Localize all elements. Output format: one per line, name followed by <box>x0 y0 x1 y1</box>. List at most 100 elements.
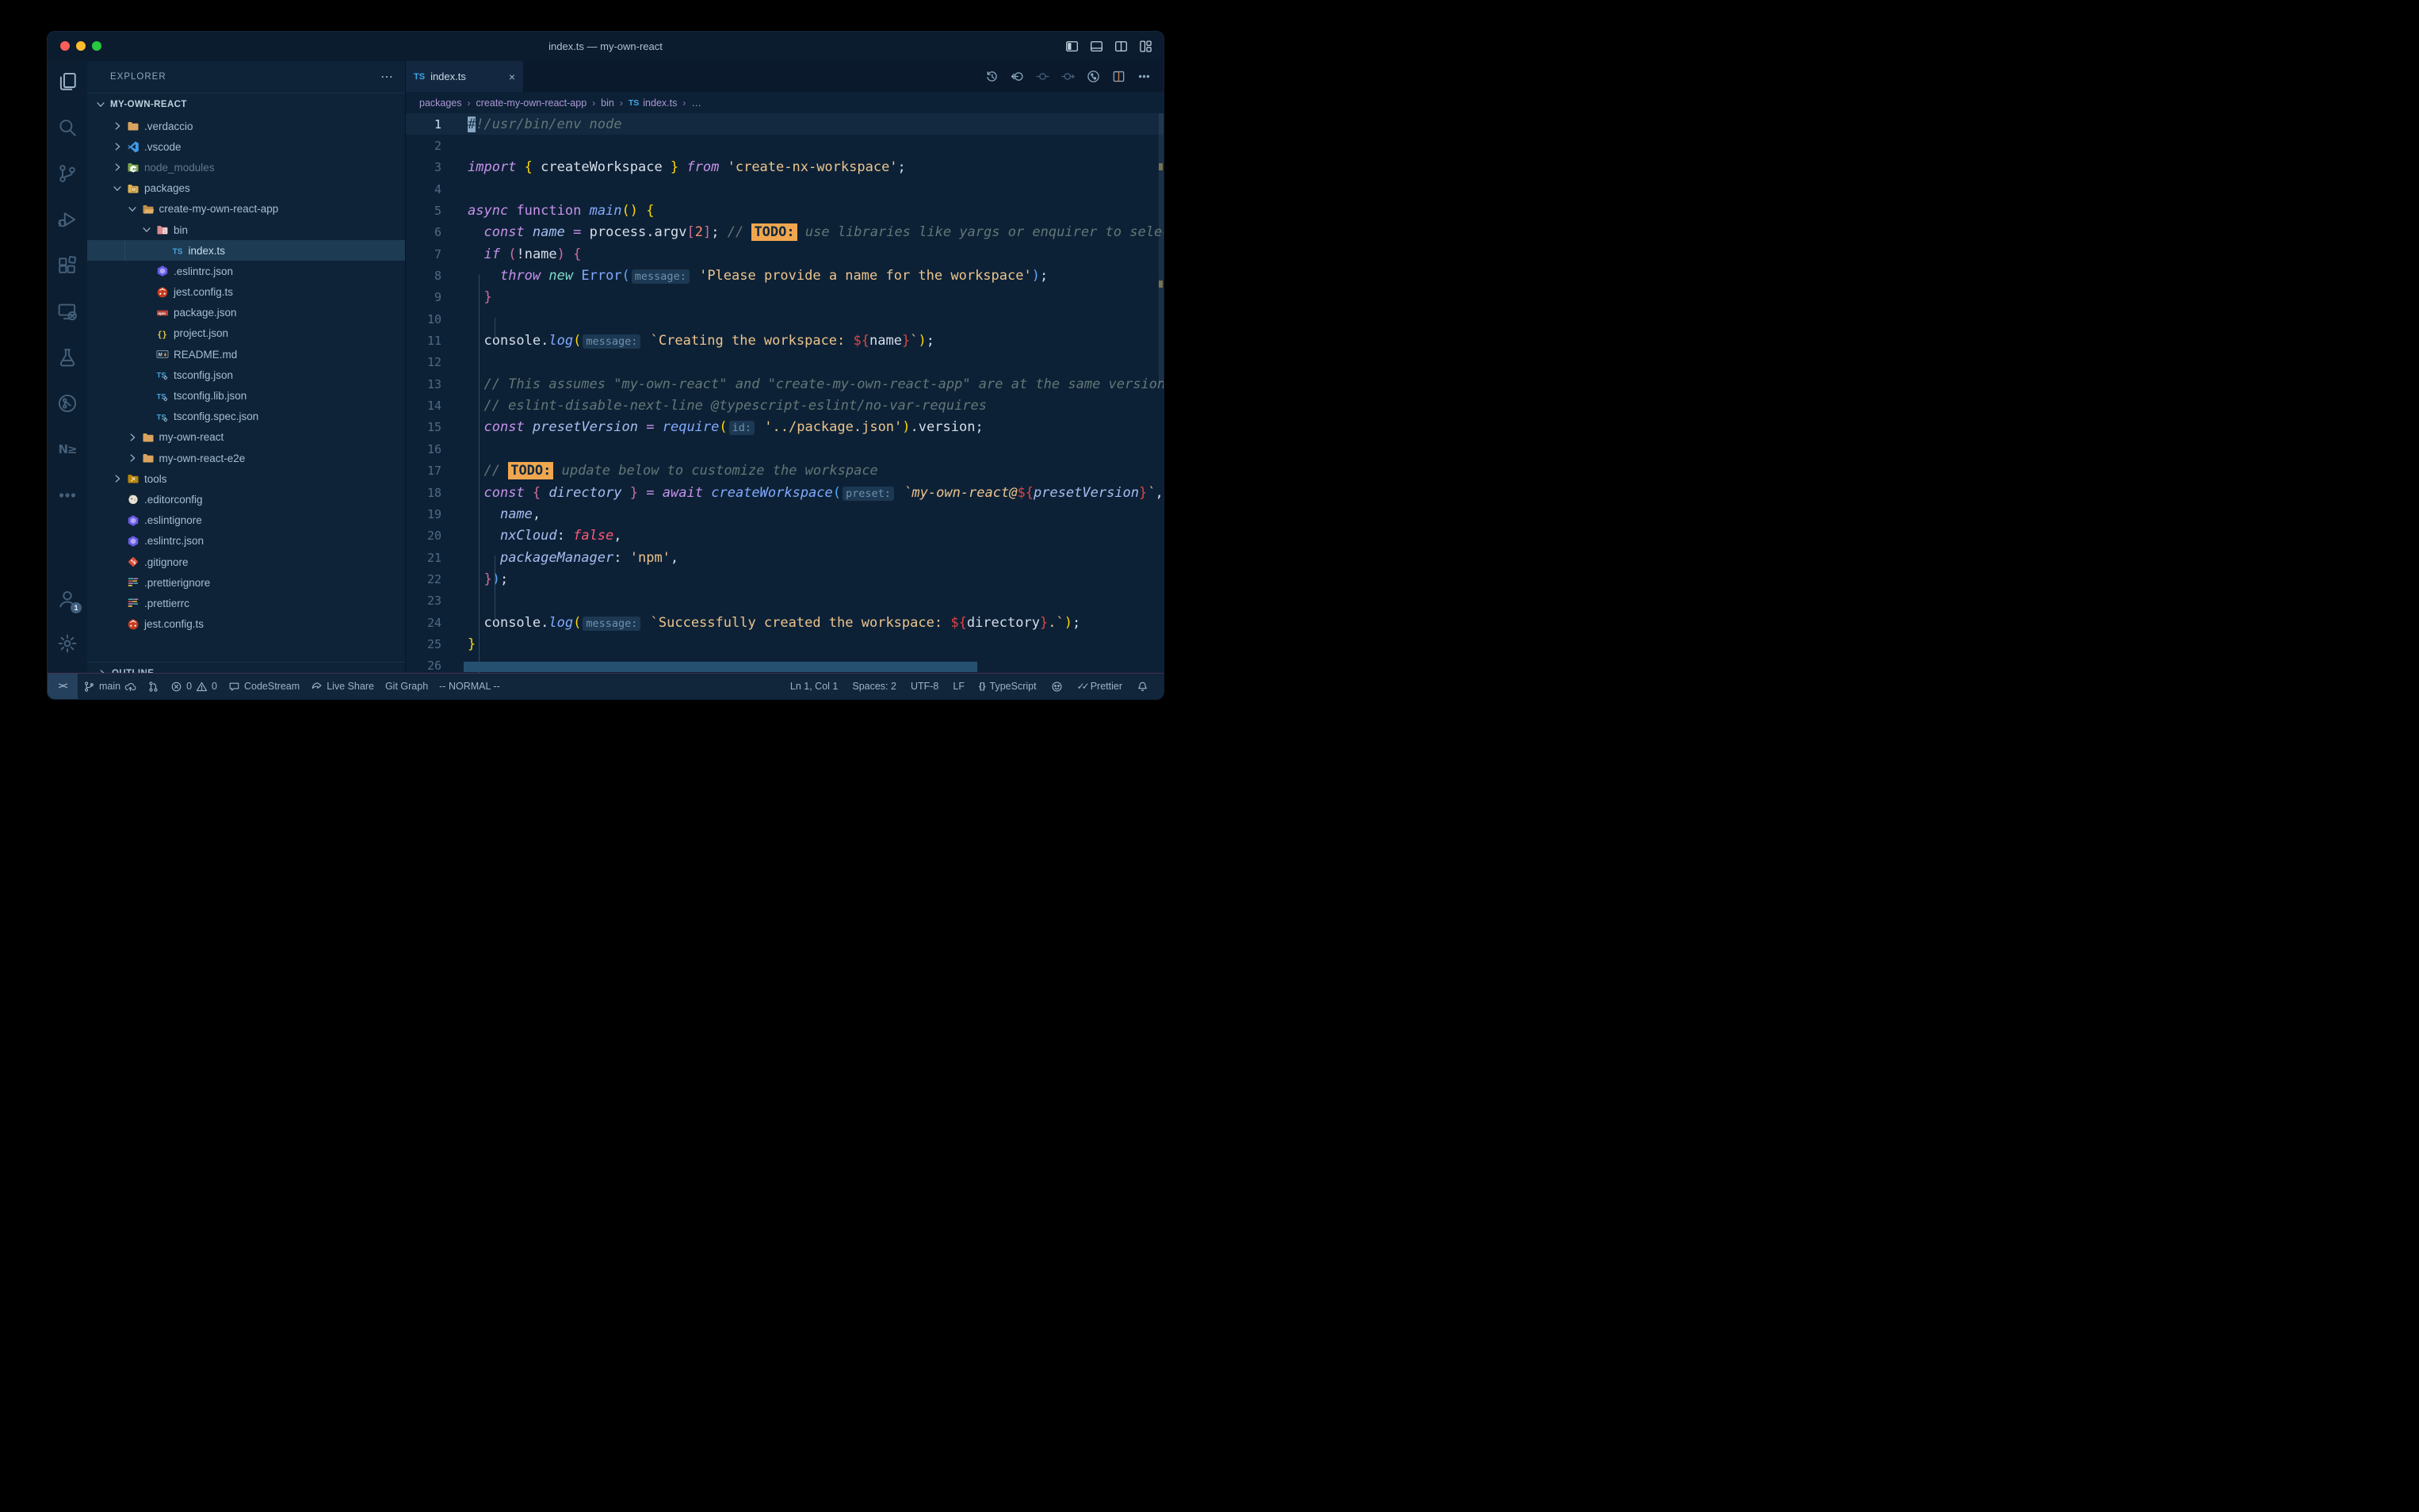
code-line-content[interactable]: throw new Error(message: 'Please provide… <box>468 268 1048 284</box>
status-problems[interactable]: 00 <box>165 674 223 699</box>
tree-item-jest-config-ts[interactable]: jest.config.ts <box>87 282 405 303</box>
go-back-icon[interactable] <box>1007 67 1027 87</box>
activity-bar-explorer[interactable] <box>49 63 86 101</box>
line-number[interactable]: 18 <box>406 486 441 500</box>
tree-item-packages[interactable]: packages <box>87 178 405 199</box>
line-number[interactable]: 9 <box>406 290 441 304</box>
status-git-graph[interactable]: Git Graph <box>380 674 434 699</box>
activity-bar-run-and-debug[interactable] <box>49 200 86 239</box>
code-line-content[interactable]: #!/usr/bin/env node <box>468 116 621 132</box>
tree-item-create-my-own-react-app[interactable]: create-my-own-react-app <box>87 199 405 220</box>
line-number[interactable]: 26 <box>406 659 441 673</box>
layout-customize-icon[interactable] <box>1139 40 1152 53</box>
tree-item-editorconfig[interactable]: .editorconfig <box>87 489 405 510</box>
horizontal-scrollbar[interactable] <box>464 662 977 672</box>
chevron-right-icon[interactable] <box>127 452 142 464</box>
status-indentation[interactable]: Spaces: 2 <box>846 674 902 699</box>
line-number[interactable]: 11 <box>406 334 441 348</box>
zoom-button[interactable] <box>92 41 101 51</box>
code-line-16[interactable]: 16 <box>406 438 1164 460</box>
code-line-5[interactable]: 5async function main() { <box>406 200 1164 221</box>
activity-bar-extensions[interactable] <box>49 246 86 284</box>
breadcrumb-item-bin[interactable]: bin <box>601 97 614 109</box>
minimize-button[interactable] <box>76 41 86 51</box>
activity-bar-settings[interactable] <box>49 624 86 662</box>
split-editor-icon[interactable] <box>1108 67 1129 87</box>
status-git-compare[interactable] <box>142 674 165 699</box>
code-line-22[interactable]: 22 }); <box>406 568 1164 590</box>
tree-item-index-ts[interactable]: TSindex.ts <box>87 240 405 261</box>
code-line-23[interactable]: 23 <box>406 590 1164 612</box>
line-number[interactable]: 19 <box>406 507 441 521</box>
line-number[interactable]: 21 <box>406 551 441 565</box>
activity-bar-nx-console[interactable]: N≥ <box>49 430 86 468</box>
line-number[interactable]: 15 <box>406 420 441 434</box>
code-line-content[interactable]: }); <box>468 571 508 587</box>
activity-bar-testing[interactable] <box>49 338 86 376</box>
tree-item-package-json[interactable]: npmpackage.json <box>87 303 405 323</box>
chevron-right-icon[interactable] <box>127 431 142 444</box>
line-number[interactable]: 22 <box>406 572 441 586</box>
code-line-content[interactable]: // TODO: update below to customize the w… <box>468 463 878 479</box>
status-notifications[interactable] <box>1131 674 1154 699</box>
timeline-icon[interactable] <box>981 67 1002 87</box>
line-number[interactable]: 8 <box>406 269 441 283</box>
code-line-25[interactable]: 25} <box>406 633 1164 655</box>
code-line-content[interactable]: } <box>468 636 476 652</box>
code-line-content[interactable]: nxCloud: false, <box>468 528 622 544</box>
breadcrumb-item-index-ts[interactable]: TSindex.ts <box>629 97 678 109</box>
tree-item-eslintignore[interactable]: .eslintignore <box>87 510 405 531</box>
tree-item-tsconfig-json[interactable]: TStsconfig.json <box>87 365 405 385</box>
code-line-content[interactable]: console.log(message: `Successfully creat… <box>468 615 1080 631</box>
code-line-content[interactable]: console.log(message: `Creating the works… <box>468 333 934 349</box>
chevron-down-icon[interactable] <box>141 223 156 236</box>
explorer-more-actions-icon[interactable]: ⋯ <box>380 69 394 85</box>
code-line-10[interactable]: 10 <box>406 308 1164 330</box>
activity-bar-search[interactable] <box>49 109 86 147</box>
code-line-content[interactable]: packageManager: 'npm', <box>468 550 678 566</box>
code-line-18[interactable]: 18 const { directory } = await createWor… <box>406 482 1164 503</box>
code-line-content[interactable]: if (!name) { <box>468 246 581 262</box>
code-line-14[interactable]: 14 // eslint-disable-next-line @typescri… <box>406 395 1164 416</box>
tab-index-ts[interactable]: TS index.ts × <box>406 61 524 92</box>
code-line-content[interactable]: const name = process.argv[2]; // TODO: u… <box>468 224 1164 240</box>
code-line-content[interactable]: // eslint-disable-next-line @typescript-… <box>468 398 987 414</box>
status-vim-mode[interactable]: -- NORMAL -- <box>434 674 506 699</box>
status-git-branch-publish[interactable]: main <box>78 674 142 699</box>
chevron-right-icon[interactable] <box>112 140 127 153</box>
tree-item-tsconfig-lib-json[interactable]: TStsconfig.lib.json <box>87 385 405 406</box>
code-line-17[interactable]: 17 // TODO: update below to customize th… <box>406 460 1164 482</box>
tree-item-gitignore[interactable]: .gitignore <box>87 552 405 572</box>
tree-item-jest-config-ts[interactable]: jest.config.ts <box>87 614 405 635</box>
code-line-11[interactable]: 11 console.log(message: `Creating the wo… <box>406 330 1164 351</box>
status-codestream[interactable]: CodeStream <box>223 674 305 699</box>
tree-item-my-own-react-e2e[interactable]: my-own-react-e2e <box>87 448 405 468</box>
tree-item-tools[interactable]: tools <box>87 468 405 489</box>
code-line-2[interactable]: 2 <box>406 135 1164 156</box>
line-number[interactable]: 24 <box>406 616 441 630</box>
tree-item-bin[interactable]: 0110bin <box>87 220 405 240</box>
tree-item-tsconfig-spec-json[interactable]: TStsconfig.spec.json <box>87 407 405 427</box>
status-encoding[interactable]: UTF-8 <box>905 674 944 699</box>
close-tab-icon[interactable]: × <box>509 71 515 83</box>
tree-item-eslintrc-json[interactable]: .eslintrc.json <box>87 261 405 281</box>
outline-section[interactable]: OUTLINE <box>87 662 405 674</box>
chevron-right-icon[interactable] <box>112 120 127 132</box>
line-number[interactable]: 3 <box>406 160 441 174</box>
activity-bar-remote-explorer[interactable] <box>49 292 86 330</box>
layout-sidebar-left-icon[interactable] <box>1065 40 1079 53</box>
code-line-content[interactable]: import { createWorkspace } from 'create-… <box>468 159 906 175</box>
next-change-icon[interactable] <box>1057 67 1078 87</box>
chevron-right-icon[interactable] <box>112 161 127 174</box>
code-line-content[interactable]: } <box>468 289 492 305</box>
tree-item-eslintrc-json[interactable]: .eslintrc.json <box>87 531 405 552</box>
line-number[interactable]: 12 <box>406 355 441 369</box>
code-line-content[interactable]: const { directory } = await createWorksp… <box>468 485 1164 501</box>
code-line-19[interactable]: 19 name, <box>406 503 1164 525</box>
code-line-20[interactable]: 20 nxCloud: false, <box>406 525 1164 547</box>
status-cursor-position[interactable]: Ln 1, Col 1 <box>785 674 843 699</box>
tree-item-my-own-react[interactable]: my-own-react <box>87 427 405 448</box>
close-button[interactable] <box>60 41 70 51</box>
code-line-content[interactable]: async function main() { <box>468 203 655 219</box>
open-changes-icon[interactable] <box>1083 67 1103 87</box>
